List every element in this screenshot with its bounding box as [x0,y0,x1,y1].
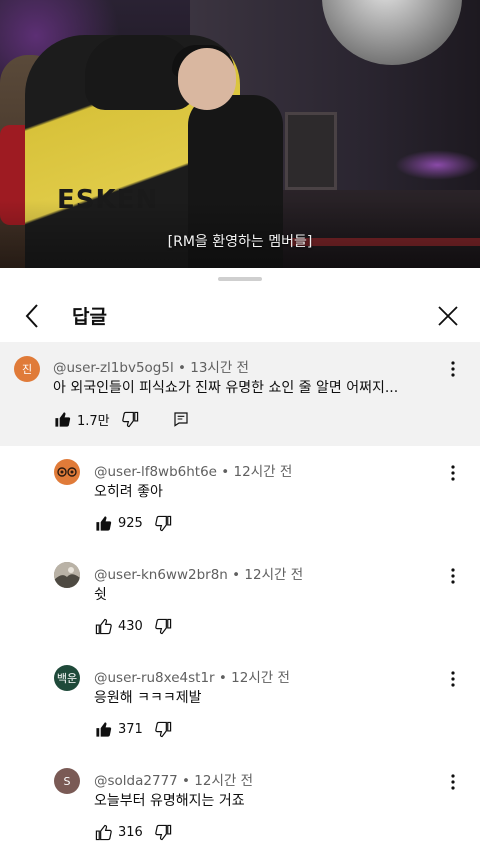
back-button[interactable] [14,298,50,334]
sheet-header: 답글 [0,290,480,342]
comment-author[interactable]: @user-zl1bv5og5l [53,360,174,376]
parent-comment: 진 @user-zl1bv5og5l • 13시간 전 아 외국인들이 피식쇼가… [0,342,480,446]
thumb-up-icon [95,824,112,840]
like-button[interactable]: 371 [95,718,143,740]
comment-time: 13시간 전 [190,360,249,376]
more-vert-icon [451,568,455,584]
replies-sheet: 답글 진 @user-zl1bv5og5l • 13시간 전 아 외국인들이 피… [0,268,480,864]
comment-text: 아 외국인들이 피식쇼가 진짜 유명한 쇼인 줄 알면 어쩌지... [53,380,399,396]
thumb-up-filled-icon [55,411,71,427]
reply-actions: 316 [95,821,173,843]
like-count: 925 [118,515,143,531]
more-vert-icon [451,671,455,687]
more-options-button[interactable] [442,462,464,484]
thumb-up-filled-icon [96,721,112,737]
reply-time: 12시간 전 [244,567,304,583]
reply-item: @user-kn6ww2br8n • 12시간 전 쉿 430 [0,549,480,653]
reply-actions: 371 [95,718,173,740]
like-button[interactable]: 925 [95,512,143,534]
like-count: 371 [118,721,143,737]
more-options-button[interactable] [442,771,464,793]
dislike-button[interactable] [155,720,173,738]
thumb-up-filled-icon [96,515,112,531]
avatar-initial: 백운 [56,672,78,685]
reply-text: 오늘부터 유명해지는 거죠 [94,793,245,809]
reply-author[interactable]: @solda2777 [94,773,178,789]
reply-text: 오히려 좋아 [94,484,163,500]
more-options-button[interactable] [442,565,464,587]
reply-text: 응원해 ㅋㅋㅋ제발 [94,690,202,706]
comment-actions: 1.7만 [54,408,190,430]
drag-handle[interactable] [218,277,262,281]
chevron-left-icon [25,304,38,328]
like-button[interactable]: 316 [95,821,143,843]
reply-time: 12시간 전 [231,670,290,686]
thumb-down-icon [155,824,172,840]
video-subtitle: [RM을 환영하는 멤버들] [167,234,313,250]
dislike-button[interactable] [155,617,173,635]
reply-meta: @user-lf8wb6ht6e • 12시간 전 [94,464,293,480]
like-count: 1.7만 [77,413,110,429]
like-button[interactable]: 430 [95,615,143,637]
more-vert-icon [451,465,455,481]
reply-time: 12시간 전 [194,773,254,789]
reply-author[interactable]: @user-lf8wb6ht6e [94,464,217,480]
avatar[interactable] [54,459,80,485]
comment-icon [174,412,188,427]
close-icon [438,306,458,326]
thumb-down-icon [155,721,172,737]
comment-meta: @user-zl1bv5og5l • 13시간 전 [53,360,249,376]
reply-button[interactable] [172,410,190,428]
avatar[interactable]: 진 [14,356,40,382]
reply-item: @user-lf8wb6ht6e • 12시간 전 오히려 좋아 925 [0,446,480,550]
video-person-head [178,48,236,110]
reply-actions: 925 [95,512,173,534]
reply-meta: @user-kn6ww2br8n • 12시간 전 [94,567,304,583]
reply-time: 12시간 전 [233,464,293,480]
reply-text: 쉿 [94,587,107,603]
avatar-initial: S [63,774,71,788]
more-vert-icon [451,774,455,790]
thumb-down-icon [122,411,139,427]
video-stage-light [395,150,480,180]
close-button[interactable] [430,298,466,334]
reply-item: S @solda2777 • 12시간 전 오늘부터 유명해지는 거죠 316 [0,755,480,859]
more-vert-icon [451,361,455,377]
more-options-button[interactable] [442,358,464,380]
video-player[interactable]: ESKEN [RM을 환영하는 멤버들] [0,0,480,268]
like-button[interactable]: 1.7만 [54,408,110,430]
dislike-button[interactable] [122,410,140,428]
like-count: 430 [118,618,143,634]
dislike-button[interactable] [155,823,173,841]
video-window [285,112,337,190]
thumb-down-icon [155,618,172,634]
avatar[interactable] [54,562,80,588]
reply-author[interactable]: @user-ru8xe4st1r [94,670,215,686]
more-options-button[interactable] [442,668,464,690]
eyes-icon [57,467,77,477]
thumb-up-icon [95,618,112,634]
avatar[interactable]: S [54,768,80,794]
reply-meta: @solda2777 • 12시간 전 [94,773,254,789]
avatar[interactable]: 백운 [54,665,80,691]
thumb-down-icon [155,515,172,531]
avatar-initial: 진 [21,363,33,376]
reply-author[interactable]: @user-kn6ww2br8n [94,567,228,583]
reply-meta: @user-ru8xe4st1r • 12시간 전 [94,670,290,686]
like-count: 316 [118,824,143,840]
photo-avatar-icon [54,562,80,588]
dislike-button[interactable] [155,514,173,532]
sheet-title: 답글 [72,306,107,328]
reply-item: 백운 @user-ru8xe4st1r • 12시간 전 응원해 ㅋㅋㅋ제발 3… [0,652,480,756]
reply-actions: 430 [95,615,173,637]
